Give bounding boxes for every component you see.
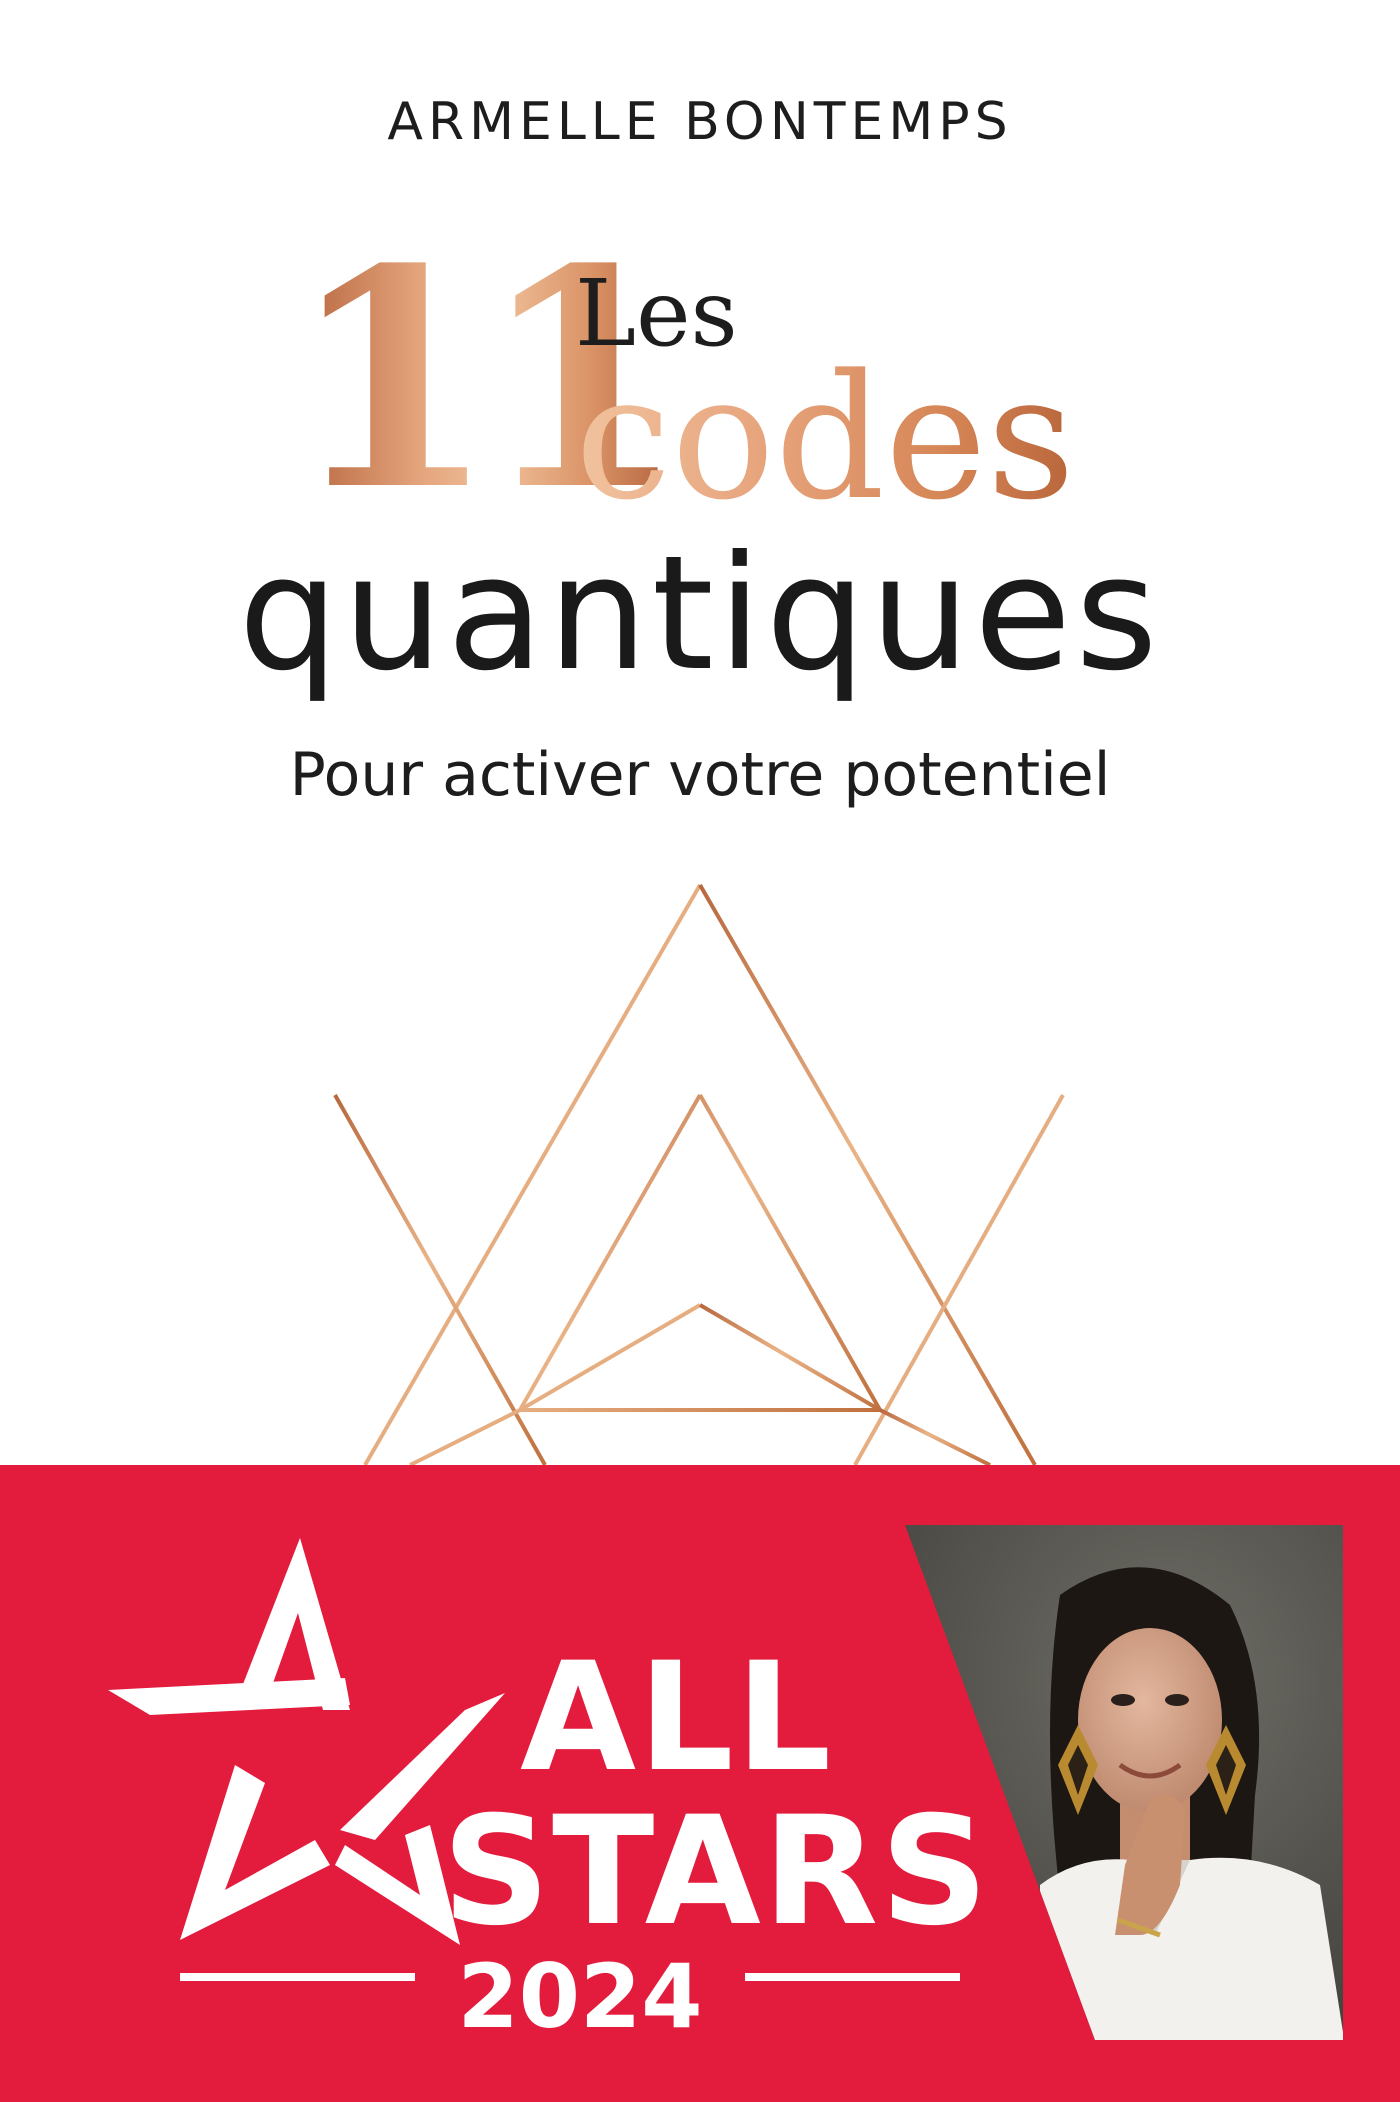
merkaba-star-icon (333, 883, 1065, 1465)
book-cover: ARMELLE BONTEMPS 11 Les codes quantiques… (0, 0, 1400, 2102)
all-stars-banner: ALL STARS 2024 (0, 1465, 1400, 2102)
author-portrait (905, 1525, 1343, 2040)
